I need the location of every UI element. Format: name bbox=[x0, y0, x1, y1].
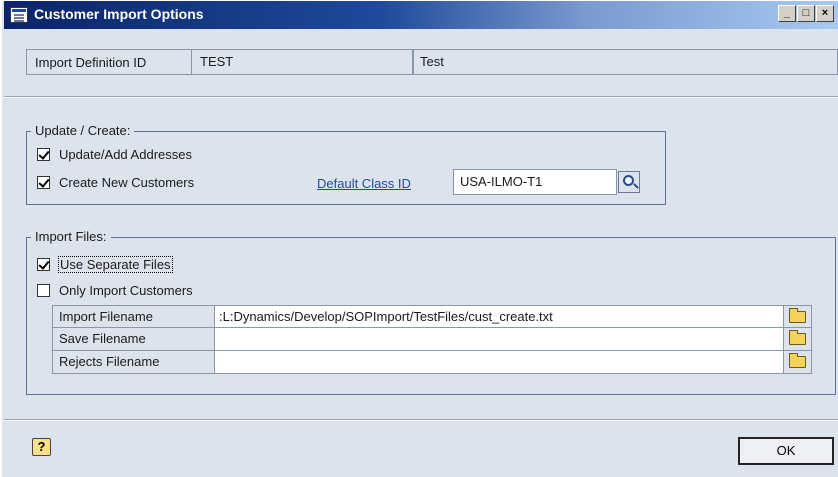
only-import-customers-checkbox[interactable]: Only Import Customers bbox=[37, 283, 193, 298]
title-bar[interactable]: Customer Import Options _ □ × bbox=[4, 1, 838, 29]
save-filename-input[interactable] bbox=[214, 328, 784, 351]
window-title: Customer Import Options bbox=[34, 6, 204, 22]
update-create-group: Update / Create: Update/Add Addresses Cr… bbox=[26, 123, 666, 205]
import-definition-id-field: TEST bbox=[191, 49, 413, 75]
close-icon[interactable]: × bbox=[816, 5, 834, 22]
checkbox-label: Create New Customers bbox=[59, 175, 195, 190]
checkbox-box[interactable] bbox=[37, 258, 50, 271]
import-filename-label: Import Filename bbox=[52, 305, 214, 328]
checkbox-box[interactable] bbox=[37, 176, 50, 189]
import-filename-input[interactable]: :L:Dynamics/Develop/SOPImport/TestFiles/… bbox=[214, 305, 784, 328]
checkbox-label: Update/Add Addresses bbox=[59, 147, 192, 162]
save-filename-label: Save Filename bbox=[52, 328, 214, 351]
maximize-icon[interactable]: □ bbox=[797, 5, 815, 22]
import-definition-description-field: Test bbox=[413, 49, 838, 75]
save-filename-browse-button[interactable] bbox=[784, 328, 812, 351]
rejects-filename-browse-button[interactable] bbox=[784, 351, 812, 374]
import-filename-browse-button[interactable] bbox=[784, 305, 812, 328]
checkbox-box[interactable] bbox=[37, 284, 50, 297]
help-icon[interactable]: ? bbox=[32, 438, 51, 456]
folder-icon bbox=[789, 330, 806, 345]
window-app-icon bbox=[10, 7, 28, 23]
rejects-filename-label: Rejects Filename bbox=[52, 351, 214, 374]
checkbox-label: Use Separate Files bbox=[58, 256, 173, 273]
default-class-id-input[interactable]: USA-ILMO-T1 bbox=[453, 169, 617, 195]
file-table: Import Filename :L:Dynamics/Develop/SOPI… bbox=[52, 305, 812, 374]
create-new-customers-checkbox[interactable]: Create New Customers bbox=[37, 175, 194, 190]
import-files-group-title: Import Files: bbox=[31, 229, 111, 244]
use-separate-files-checkbox[interactable]: Use Separate Files bbox=[37, 256, 173, 273]
divider bbox=[4, 419, 838, 421]
file-row-rejects: Rejects Filename bbox=[52, 351, 812, 374]
update-create-group-title: Update / Create: bbox=[31, 123, 135, 138]
ok-button[interactable]: OK bbox=[738, 437, 834, 465]
checkbox-label: Only Import Customers bbox=[59, 283, 193, 298]
window-controls: _ □ × bbox=[778, 5, 834, 22]
file-row-import: Import Filename :L:Dynamics/Develop/SOPI… bbox=[52, 305, 812, 328]
checkbox-box[interactable] bbox=[37, 148, 50, 161]
folder-icon bbox=[789, 353, 806, 368]
customer-import-options-window: Customer Import Options _ □ × Import Def… bbox=[0, 0, 838, 477]
lookup-button[interactable] bbox=[618, 171, 640, 193]
minimize-icon[interactable]: _ bbox=[778, 5, 796, 22]
import-definition-label: Import Definition ID bbox=[35, 55, 147, 70]
rejects-filename-input[interactable] bbox=[214, 351, 784, 374]
import-definition-row: Import Definition ID TEST Test bbox=[26, 49, 838, 75]
update-add-addresses-checkbox[interactable]: Update/Add Addresses bbox=[37, 147, 192, 162]
default-class-id-link[interactable]: Default Class ID bbox=[317, 176, 411, 191]
file-row-save: Save Filename bbox=[52, 328, 812, 351]
folder-icon bbox=[789, 308, 806, 323]
divider bbox=[4, 96, 838, 98]
